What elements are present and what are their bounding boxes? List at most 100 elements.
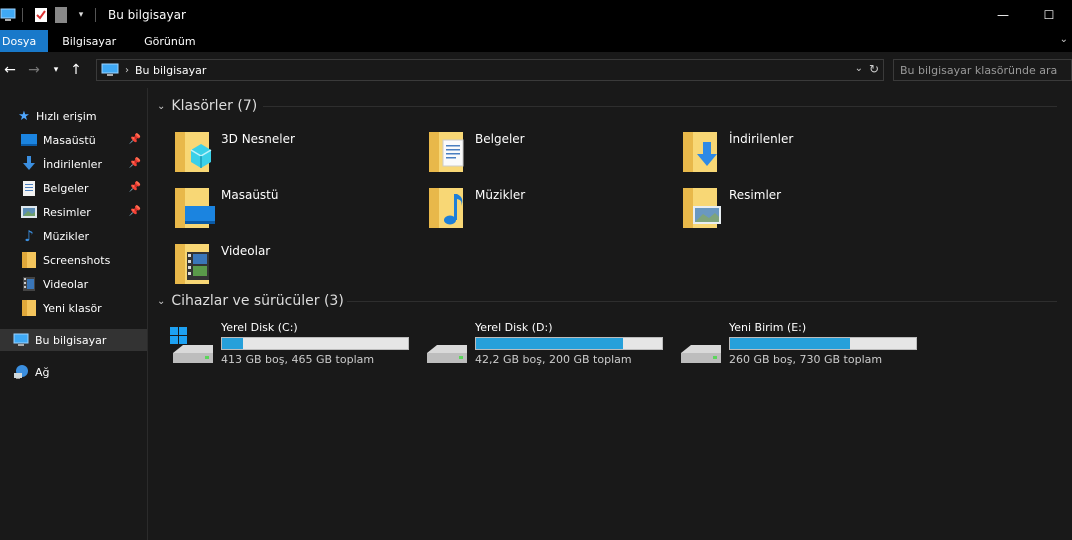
pictures-icon bbox=[21, 204, 37, 220]
pin-icon[interactable]: 📌 bbox=[129, 182, 141, 193]
pin-icon[interactable]: 📌 bbox=[129, 158, 141, 169]
star-icon: ★ bbox=[18, 108, 30, 124]
nav-item-new-folder[interactable]: Yeni klasör bbox=[0, 297, 147, 319]
folder-icon bbox=[21, 252, 37, 268]
group-title: Cihazlar ve sürücüler (3) bbox=[171, 293, 344, 309]
drive-usage-bar bbox=[475, 337, 663, 350]
window-controls: — ☐ bbox=[980, 0, 1072, 30]
breadcrumb-separator[interactable]: › bbox=[125, 65, 129, 76]
up-button[interactable]: ↑ bbox=[64, 52, 88, 88]
maximize-button[interactable]: ☐ bbox=[1026, 0, 1072, 30]
drive-c[interactable]: Yerel Disk (C:) 413 GB boş, 465 GB topla… bbox=[169, 321, 419, 369]
nav-item-pictures[interactable]: Resimler 📌 bbox=[0, 201, 147, 223]
drive-space-info: 413 GB boş, 465 GB toplam bbox=[221, 353, 375, 366]
search-input[interactable] bbox=[900, 63, 1071, 77]
ribbon-tabs: Dosya Bilgisayar Görünüm ⌄ bbox=[0, 30, 1072, 52]
tab-view[interactable]: Görünüm bbox=[130, 30, 209, 52]
nav-label: Videolar bbox=[43, 277, 89, 291]
computer-icon[interactable] bbox=[0, 7, 16, 23]
videos-folder-icon bbox=[175, 244, 209, 284]
group-title: Klasörler (7) bbox=[171, 98, 258, 114]
folder-music[interactable]: Müzikler bbox=[427, 182, 677, 234]
documents-folder-icon bbox=[429, 132, 464, 172]
drive-usage-bar bbox=[221, 337, 409, 350]
window-title: Bu bilgisayar bbox=[108, 8, 186, 22]
search-box[interactable] bbox=[893, 59, 1072, 81]
expand-ribbon-icon[interactable]: ⌄ bbox=[1060, 34, 1068, 45]
folder-label: 3D Nesneler bbox=[221, 132, 295, 146]
desktop-icon bbox=[21, 132, 37, 148]
address-row: ← → ▾ ↑ › Bu bilgisayar ⌄ ↻ bbox=[0, 52, 1072, 88]
folder-label: Videolar bbox=[221, 244, 271, 258]
address-dropdown-icon[interactable]: ⌄ bbox=[855, 63, 863, 74]
nav-item-documents[interactable]: Belgeler 📌 bbox=[0, 177, 147, 199]
drive-usage-bar bbox=[729, 337, 917, 350]
collapse-chevron-icon[interactable]: ⌄ bbox=[157, 296, 165, 307]
tab-computer[interactable]: Bilgisayar bbox=[48, 30, 130, 52]
nav-item-music[interactable]: ♪ Müzikler bbox=[0, 225, 147, 247]
computer-icon bbox=[13, 332, 29, 348]
nav-quick-access[interactable]: ★ Hızlı erişim bbox=[0, 105, 147, 127]
nav-label: Yeni klasör bbox=[43, 301, 102, 315]
new-folder-icon[interactable] bbox=[53, 7, 69, 23]
nav-item-desktop[interactable]: Masaüstü 📌 bbox=[0, 129, 147, 151]
recent-locations-button[interactable]: ▾ bbox=[48, 52, 64, 88]
folder-videos[interactable]: Videolar bbox=[173, 238, 423, 290]
folder-3d-objects[interactable]: 3D Nesneler bbox=[173, 126, 423, 178]
pin-icon[interactable]: 📌 bbox=[129, 206, 141, 217]
nav-network[interactable]: Ağ bbox=[0, 361, 147, 383]
drive-label: Yerel Disk (C:) bbox=[221, 321, 298, 334]
3d-objects-folder-icon bbox=[175, 132, 212, 172]
toolbar-separator bbox=[22, 8, 23, 22]
pictures-folder-icon bbox=[683, 188, 721, 228]
breadcrumb-this-pc[interactable]: Bu bilgisayar bbox=[135, 64, 206, 77]
quick-access-toolbar: ▾ bbox=[0, 0, 102, 30]
windows-drive-icon bbox=[170, 327, 213, 363]
folder-desktop[interactable]: Masaüstü bbox=[173, 182, 423, 234]
documents-icon bbox=[21, 180, 37, 196]
forward-button[interactable]: → bbox=[20, 52, 48, 88]
folder-pictures[interactable]: Resimler bbox=[681, 182, 931, 234]
nav-item-downloads[interactable]: İndirilenler 📌 bbox=[0, 153, 147, 175]
drive-label: Yerel Disk (D:) bbox=[475, 321, 553, 334]
drive-d[interactable]: Yerel Disk (D:) 42,2 GB boş, 200 GB topl… bbox=[423, 321, 673, 369]
pin-icon[interactable]: 📌 bbox=[129, 134, 141, 145]
drive-label: Yeni Birim (E:) bbox=[729, 321, 807, 334]
nav-label: Ağ bbox=[35, 365, 50, 379]
group-divider bbox=[263, 106, 1057, 107]
nav-item-videos[interactable]: Videolar bbox=[0, 273, 147, 295]
minimize-button[interactable]: — bbox=[980, 0, 1026, 30]
group-header-drives[interactable]: ⌄ Cihazlar ve sürücüler (3) bbox=[157, 290, 1057, 312]
nav-this-pc[interactable]: Bu bilgisayar bbox=[0, 329, 147, 351]
hard-drive-icon bbox=[681, 345, 721, 363]
back-button[interactable]: ← bbox=[0, 52, 20, 88]
drive-space-info: 42,2 GB boş, 200 GB toplam bbox=[475, 353, 632, 366]
nav-label: Belgeler bbox=[43, 181, 89, 195]
folder-downloads[interactable]: İndirilenler bbox=[681, 126, 931, 178]
downloads-folder-icon bbox=[683, 132, 717, 172]
properties-icon[interactable] bbox=[33, 7, 49, 23]
hard-drive-icon bbox=[427, 345, 467, 363]
music-folder-icon bbox=[429, 188, 463, 228]
folder-label: Müzikler bbox=[475, 188, 526, 202]
toolbar-separator bbox=[95, 8, 96, 22]
desktop-folder-icon bbox=[175, 188, 215, 228]
nav-item-screenshots[interactable]: Screenshots bbox=[0, 249, 147, 271]
tab-file[interactable]: Dosya bbox=[0, 30, 49, 52]
refresh-icon[interactable]: ↻ bbox=[869, 62, 879, 76]
drive-e[interactable]: Yeni Birim (E:) 260 GB boş, 730 GB topla… bbox=[677, 321, 927, 369]
folder-label: İndirilenler bbox=[729, 132, 794, 146]
title-bar: ▾ Bu bilgisayar — ☐ bbox=[0, 0, 1072, 30]
nav-label: Bu bilgisayar bbox=[35, 333, 107, 347]
folder-label: Belgeler bbox=[475, 132, 525, 146]
content-pane: ⌄ Klasörler (7) 3D Nesneler Belgeler İnd… bbox=[149, 88, 1072, 540]
music-icon: ♪ bbox=[24, 227, 34, 245]
nav-label: Masaüstü bbox=[43, 133, 96, 147]
folder-documents[interactable]: Belgeler bbox=[427, 126, 677, 178]
address-bar[interactable]: › Bu bilgisayar ⌄ ↻ bbox=[96, 59, 884, 81]
navigation-pane: ★ Hızlı erişim Masaüstü 📌 İndirilenler 📌… bbox=[0, 88, 148, 540]
group-header-folders[interactable]: ⌄ Klasörler (7) bbox=[157, 95, 1057, 117]
collapse-chevron-icon[interactable]: ⌄ bbox=[157, 101, 165, 112]
customize-toolbar-icon[interactable]: ▾ bbox=[73, 7, 89, 23]
nav-label: Hızlı erişim bbox=[36, 109, 97, 123]
